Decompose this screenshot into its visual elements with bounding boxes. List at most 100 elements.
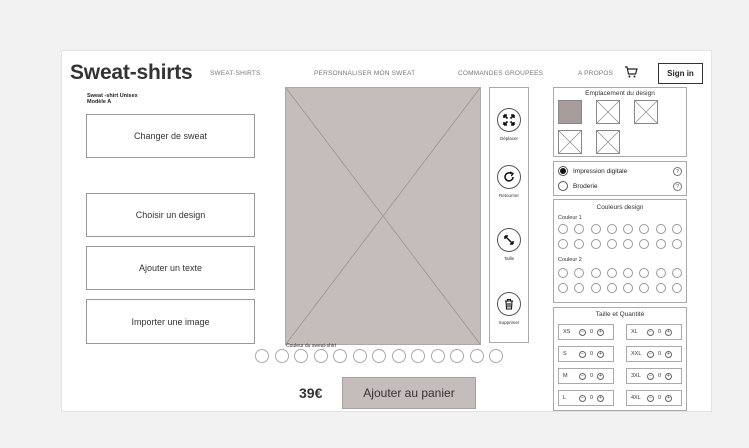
color-dot[interactable]	[639, 239, 650, 249]
location-thumb-selected[interactable]	[558, 100, 582, 124]
tool-resize[interactable]: Taille	[490, 228, 528, 261]
brand-logo[interactable]: Sweat-shirts	[70, 61, 193, 85]
color-dot[interactable]	[639, 224, 650, 234]
nav-commandes-groupees[interactable]: COMMANDES GROUPEES	[458, 70, 543, 77]
sweat-color-swatch[interactable]	[489, 349, 503, 363]
color-dot[interactable]	[574, 224, 585, 234]
color-dot[interactable]	[558, 239, 568, 249]
move-icon[interactable]	[497, 108, 521, 132]
color-dot[interactable]	[574, 283, 585, 293]
color-dot[interactable]	[623, 283, 634, 293]
color-dot[interactable]	[558, 283, 568, 293]
add-to-cart-button[interactable]: Ajouter au panier	[342, 377, 476, 409]
qty-value: 0	[589, 395, 594, 401]
minus-icon[interactable]: −	[579, 328, 586, 336]
color-dot[interactable]	[639, 283, 650, 293]
sign-in-button[interactable]: Sign in	[658, 63, 703, 84]
color-dot[interactable]	[655, 239, 666, 249]
add-text-button[interactable]: Ajouter un texte	[86, 246, 255, 290]
location-thumb[interactable]	[596, 130, 620, 154]
minus-icon[interactable]: −	[647, 328, 654, 336]
sweat-color-swatch[interactable]	[352, 349, 367, 363]
color-dot[interactable]	[655, 268, 666, 278]
plus-icon[interactable]: +	[665, 394, 672, 402]
plus-icon[interactable]: +	[665, 350, 672, 358]
minus-icon[interactable]: −	[647, 394, 654, 402]
color-dot[interactable]	[639, 268, 650, 278]
radio-selected[interactable]	[558, 166, 568, 176]
sweat-color-swatch[interactable]	[411, 349, 425, 363]
sweat-color-swatch[interactable]	[313, 349, 328, 363]
change-sweat-button[interactable]: Changer de sweat	[86, 114, 255, 158]
size-qty-row-xl: XL − 0 +	[626, 324, 682, 340]
sweat-color-swatch[interactable]	[294, 349, 308, 363]
cart-icon[interactable]	[624, 65, 638, 79]
plus-icon[interactable]: +	[597, 350, 604, 358]
minus-icon[interactable]: −	[647, 350, 654, 358]
tool-rotate[interactable]: Retourner	[490, 165, 528, 198]
color-dot[interactable]	[672, 239, 683, 249]
trash-icon[interactable]	[497, 292, 521, 316]
plus-icon[interactable]: +	[597, 328, 604, 336]
sweat-color-swatch[interactable]	[274, 349, 289, 363]
choose-design-button[interactable]: Choisir un design	[86, 193, 255, 237]
color-dot[interactable]	[558, 224, 568, 234]
nav-sweat-shirts[interactable]: SWEAT-SHIRTS	[210, 70, 261, 77]
color-dot[interactable]	[590, 268, 601, 278]
option-digital-print[interactable]: Impression digitale	[558, 166, 627, 176]
plus-icon[interactable]: +	[597, 394, 604, 402]
location-thumb[interactable]	[596, 100, 620, 124]
color-dot[interactable]	[574, 239, 585, 249]
sweat-color-swatch[interactable]	[450, 349, 464, 363]
location-thumb[interactable]	[558, 130, 582, 154]
color-dot[interactable]	[606, 224, 617, 234]
plus-icon[interactable]: +	[665, 328, 672, 336]
color-dot[interactable]	[558, 268, 568, 278]
color-dot[interactable]	[606, 239, 617, 249]
tool-move[interactable]: Déplacer	[490, 108, 528, 141]
sweat-color-swatch[interactable]	[469, 349, 484, 363]
sweat-color-swatch[interactable]	[391, 349, 406, 363]
color-dot[interactable]	[590, 283, 601, 293]
color-dot[interactable]	[590, 239, 601, 249]
size-qty-row-xs: XS − 0 +	[558, 324, 614, 340]
plus-icon[interactable]: +	[597, 372, 604, 380]
color-dot[interactable]	[672, 283, 683, 293]
tool-delete-label: Supprimer	[498, 320, 520, 325]
color-dot[interactable]	[655, 224, 666, 234]
minus-icon[interactable]: −	[579, 372, 586, 380]
design-colors-title: Couleurs design	[596, 204, 644, 211]
color-dot[interactable]	[623, 239, 634, 249]
minus-icon[interactable]: −	[579, 350, 586, 358]
color2-grid	[558, 268, 683, 293]
sweat-color-swatch[interactable]	[372, 349, 386, 363]
color-dot[interactable]	[590, 224, 601, 234]
rotate-icon[interactable]	[497, 165, 521, 189]
nav-a-propos[interactable]: A PROPOS	[578, 70, 613, 77]
qty-value: 0	[589, 351, 594, 357]
location-thumb[interactable]	[634, 100, 658, 124]
option-embroidery[interactable]: Broderie	[558, 181, 598, 191]
color-dot[interactable]	[672, 268, 683, 278]
import-image-button[interactable]: Importer une image	[86, 299, 255, 344]
color-dot[interactable]	[623, 224, 634, 234]
minus-icon[interactable]: −	[647, 372, 654, 380]
help-icon[interactable]: ?	[673, 167, 682, 176]
tool-delete[interactable]: Supprimer	[490, 292, 528, 325]
help-icon[interactable]: ?	[673, 182, 682, 191]
sweat-color-swatch[interactable]	[430, 349, 445, 363]
sweat-preview[interactable]	[285, 87, 481, 345]
nav-personnaliser[interactable]: PERSONNALISER MON SWEAT	[314, 70, 415, 77]
sweat-color-swatch[interactable]	[333, 349, 347, 363]
plus-icon[interactable]: +	[665, 372, 672, 380]
color-dot[interactable]	[655, 283, 666, 293]
color-dot[interactable]	[623, 268, 634, 278]
radio-unselected[interactable]	[558, 181, 568, 191]
color-dot[interactable]	[606, 268, 617, 278]
sweat-color-swatch[interactable]	[255, 349, 269, 363]
color-dot[interactable]	[606, 283, 617, 293]
color-dot[interactable]	[672, 224, 683, 234]
resize-icon[interactable]	[497, 228, 521, 252]
minus-icon[interactable]: −	[579, 394, 586, 402]
color-dot[interactable]	[574, 268, 585, 278]
